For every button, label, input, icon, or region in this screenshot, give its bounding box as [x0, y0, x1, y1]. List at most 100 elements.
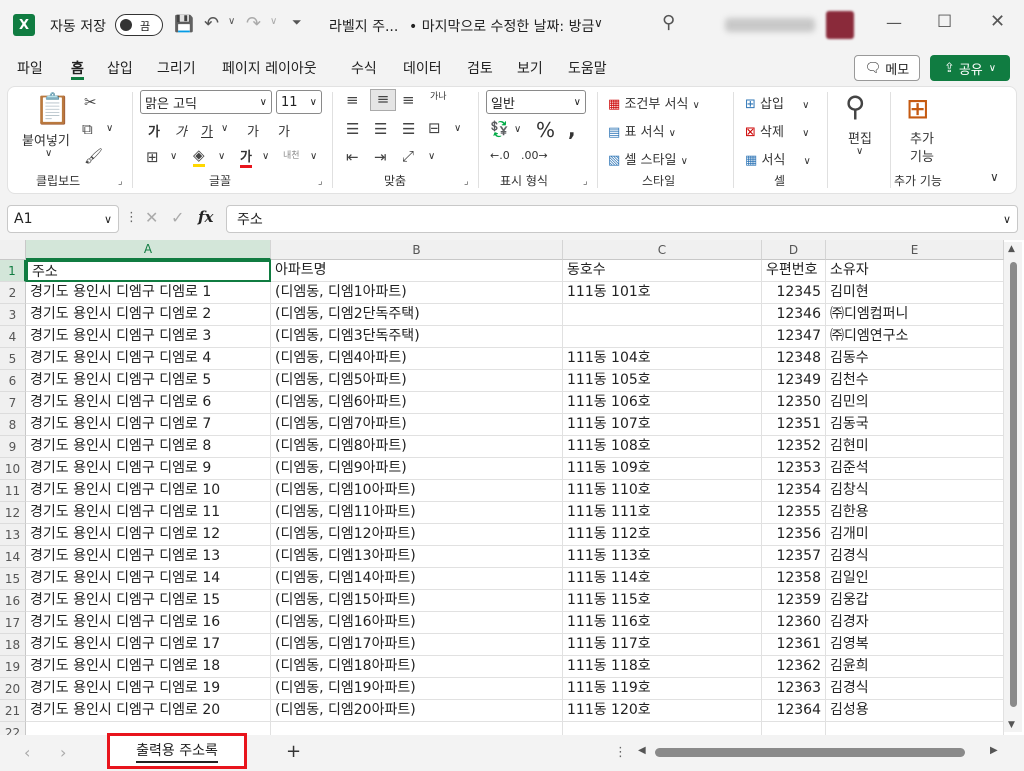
cell-c7[interactable]: 111동 106호 — [563, 392, 762, 414]
cell-e13[interactable]: 김개미 — [826, 524, 1004, 546]
customize-toolbar-icon[interactable]: ⏷ — [292, 15, 302, 30]
cell-a4[interactable]: 경기도 용인시 디엠구 디엠로 3 — [26, 326, 271, 348]
cell-e18[interactable]: 김영복 — [826, 634, 1004, 656]
cut-icon[interactable]: ✂ — [84, 93, 97, 111]
font-launcher-icon[interactable]: ⌟ — [318, 176, 323, 187]
share-button[interactable]: ⇪ 공유 ∨ — [930, 55, 1010, 81]
addins-button-line2[interactable]: 기능 — [910, 146, 934, 165]
cell-d14[interactable]: 12357 — [762, 546, 826, 568]
tab-options-icon[interactable]: ⋮ — [614, 745, 627, 760]
account-name[interactable] — [725, 18, 815, 32]
undo-icon[interactable]: ↶ — [204, 13, 219, 34]
find-search-icon[interactable]: ⚲ — [845, 90, 866, 123]
tab-insert[interactable]: 삽입 — [107, 58, 133, 80]
formula-input[interactable]: 주소 ∨ — [226, 205, 1018, 233]
row-header[interactable]: 8 — [0, 414, 26, 436]
row-header[interactable]: 21 — [0, 700, 26, 722]
decrease-font-button[interactable]: 가 — [278, 121, 290, 140]
cell-d6[interactable]: 12349 — [762, 370, 826, 392]
cell-b13[interactable]: (디엠동, 디엠12아파트) — [271, 524, 563, 546]
scroll-right-icon[interactable]: ▶ — [990, 745, 998, 756]
border-dropdown-icon[interactable]: ∨ — [170, 151, 177, 162]
next-sheet-icon[interactable]: › — [60, 743, 66, 762]
cell-d20[interactable]: 12363 — [762, 678, 826, 700]
cell-c12[interactable]: 111동 111호 — [563, 502, 762, 524]
undo-dropdown-icon[interactable]: ∨ — [228, 16, 235, 27]
increase-decimal-icon[interactable]: ←.0 — [490, 149, 510, 162]
cell-a15[interactable]: 경기도 용인시 디엠구 디엠로 14 — [26, 568, 271, 590]
currency-icon[interactable]: 💱 — [490, 120, 509, 138]
cell-e5[interactable]: 김동수 — [826, 348, 1004, 370]
cell-d9[interactable]: 12352 — [762, 436, 826, 458]
cell-a8[interactable]: 경기도 용인시 디엠구 디엠로 7 — [26, 414, 271, 436]
row-header[interactable]: 6 — [0, 370, 26, 392]
cell-c3[interactable] — [563, 304, 762, 326]
cell-d11[interactable]: 12354 — [762, 480, 826, 502]
scroll-up-icon[interactable]: ▲ — [1008, 244, 1015, 254]
cell-c16[interactable]: 111동 115호 — [563, 590, 762, 612]
cell-d15[interactable]: 12358 — [762, 568, 826, 590]
cell-e8[interactable]: 김동국 — [826, 414, 1004, 436]
cell-c10[interactable]: 111동 109호 — [563, 458, 762, 480]
cell-e19[interactable]: 김윤희 — [826, 656, 1004, 678]
row-header[interactable]: 22 — [0, 722, 26, 735]
fill-color-dropdown-icon[interactable]: ∨ — [218, 151, 225, 162]
cell-e17[interactable]: 김경자 — [826, 612, 1004, 634]
cell-a3[interactable]: 경기도 용인시 디엠구 디엠로 2 — [26, 304, 271, 326]
tab-data[interactable]: 데이터 — [403, 58, 442, 80]
paste-icon[interactable]: 📋 — [34, 92, 71, 127]
cell-a16[interactable]: 경기도 용인시 디엠구 디엠로 15 — [26, 590, 271, 612]
insert-cells-button[interactable]: ⊞ 삽입 ∨ — [745, 93, 809, 112]
cell-d21[interactable]: 12364 — [762, 700, 826, 722]
font-name-select[interactable]: 맑은 고딕 ∨ — [140, 90, 272, 114]
cell-e6[interactable]: 김천수 — [826, 370, 1004, 392]
cell-a7[interactable]: 경기도 용인시 디엠구 디엠로 6 — [26, 392, 271, 414]
currency-dropdown-icon[interactable]: ∨ — [514, 124, 521, 135]
copy-icon[interactable]: ⧉ — [82, 120, 93, 138]
align-bottom-icon[interactable]: ≡ — [402, 91, 415, 109]
cell-b2[interactable]: (디엠동, 디엠1아파트) — [271, 282, 563, 304]
paste-dropdown-icon[interactable]: ∨ — [45, 148, 52, 159]
cell-c1[interactable]: 동호수 — [563, 260, 762, 282]
editing-button[interactable]: 편집 — [848, 128, 872, 147]
cell-b22[interactable] — [271, 722, 563, 735]
row-header[interactable]: 15 — [0, 568, 26, 590]
cell-b4[interactable]: (디엠동, 디엠3단독주택) — [271, 326, 563, 348]
cell-a20[interactable]: 경기도 용인시 디엠구 디엠로 19 — [26, 678, 271, 700]
cell-a11[interactable]: 경기도 용인시 디엠구 디엠로 10 — [26, 480, 271, 502]
cell-e14[interactable]: 김경식 — [826, 546, 1004, 568]
cell-e11[interactable]: 김창식 — [826, 480, 1004, 502]
tab-page-layout[interactable]: 페이지 레이아웃 — [222, 58, 317, 80]
redo-icon[interactable]: ↷ — [246, 13, 261, 34]
phonetic-dropdown-icon[interactable]: ∨ — [310, 151, 317, 162]
fill-color-icon[interactable]: ◈ — [193, 146, 205, 167]
name-box-dropdown-icon[interactable]: ∨ — [104, 213, 112, 226]
cell-d13[interactable]: 12356 — [762, 524, 826, 546]
title-dropdown-icon[interactable]: ∨ — [594, 16, 603, 30]
underline-button[interactable]: 가 — [201, 121, 213, 140]
cell-d4[interactable]: 12347 — [762, 326, 826, 348]
cell-d19[interactable]: 12362 — [762, 656, 826, 678]
cell-b6[interactable]: (디엠동, 디엠5아파트) — [271, 370, 563, 392]
delete-cells-button[interactable]: ⊠ 삭제 ∨ — [745, 121, 809, 140]
cell-d2[interactable]: 12345 — [762, 282, 826, 304]
scroll-down-icon[interactable]: ▼ — [1008, 720, 1015, 730]
format-cells-button[interactable]: ▦ 서식 ∨ — [745, 149, 811, 168]
conditional-format-button[interactable]: ▦ 조건부 서식 ∨ — [608, 93, 700, 112]
merge-dropdown-icon[interactable]: ∨ — [454, 123, 461, 134]
cell-b12[interactable]: (디엠동, 디엠11아파트) — [271, 502, 563, 524]
column-header-a[interactable]: A — [26, 240, 271, 260]
cell-c8[interactable]: 111동 107호 — [563, 414, 762, 436]
tab-view[interactable]: 보기 — [517, 58, 543, 80]
cell-c13[interactable]: 111동 112호 — [563, 524, 762, 546]
copy-dropdown-icon[interactable]: ∨ — [106, 123, 113, 134]
cell-b7[interactable]: (디엠동, 디엠6아파트) — [271, 392, 563, 414]
sheet-tab-address-book[interactable]: 출력용 주소록 — [107, 733, 247, 769]
cell-b9[interactable]: (디엠동, 디엠8아파트) — [271, 436, 563, 458]
addins-icon[interactable]: ⊞ — [906, 92, 929, 125]
row-header[interactable]: 7 — [0, 392, 26, 414]
decrease-decimal-icon[interactable]: .00→ — [521, 149, 548, 162]
cell-e3[interactable]: ㈜디엠컴퍼니 — [826, 304, 1004, 326]
horizontal-scroll-thumb[interactable] — [655, 748, 965, 757]
name-box[interactable]: A1 ∨ — [7, 205, 119, 233]
